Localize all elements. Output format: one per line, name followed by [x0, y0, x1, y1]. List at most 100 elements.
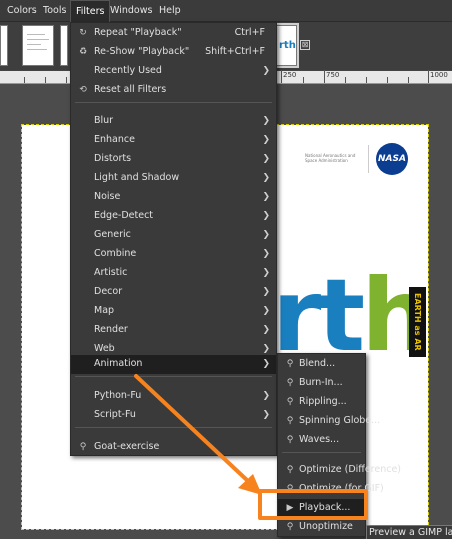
menu-item-label: Enhance: [94, 134, 135, 145]
menu-separator: [75, 376, 272, 377]
plugin-icon: ⚲: [286, 465, 294, 475]
animation-menu-item-burn-in[interactable]: ⚲ Burn-In...: [278, 374, 365, 393]
menu-item-label: Spinning Globe...: [299, 415, 381, 426]
nasa-caption: National Aeronautics and Space Administr…: [305, 153, 356, 163]
menu-item-label: Animation: [94, 358, 143, 369]
menu-item-label: Edge-Detect: [94, 210, 154, 221]
menu-item-label: Noise: [94, 191, 121, 202]
menu-item-label: Distorts: [94, 153, 132, 164]
ruler-label: 250: [283, 71, 297, 79]
chevron-right-icon: ❯: [262, 211, 270, 221]
canvas-side-banner: EARTH as AR: [409, 287, 426, 357]
chevron-right-icon: ❯: [262, 249, 270, 259]
menu-help[interactable]: Help: [154, 0, 186, 22]
chevron-right-icon: ❯: [262, 230, 270, 240]
menu-item-label: Unoptimize: [299, 521, 353, 532]
menu-separator: [282, 452, 361, 453]
menu-windows[interactable]: Windows: [105, 0, 157, 22]
menu-item-label: Rippling...: [299, 396, 347, 407]
menu-separator: [75, 102, 272, 103]
menu-item-label: Light and Shadow: [94, 172, 180, 183]
canvas-big-text: rth: [272, 257, 432, 374]
plugin-icon: ⚲: [286, 378, 294, 388]
image-tab-active[interactable]: rth: [274, 23, 299, 68]
menu-separator: [75, 427, 272, 428]
menu-item-label: Map: [94, 305, 115, 316]
filters-menu-item-render[interactable]: Render ❯: [71, 321, 276, 340]
image-tab-thumbnail[interactable]: [0, 25, 8, 66]
animation-menu-item-blend[interactable]: ⚲ Blend...: [278, 355, 365, 374]
menu-item-label: Render: [94, 324, 128, 335]
menu-item-label: Burn-In...: [299, 377, 343, 388]
menu-item-label: Decor: [94, 286, 123, 297]
animation-menu-item-unoptimize[interactable]: ⚲ Unoptimize: [278, 518, 365, 537]
menu-item-label: Re-Show "Playback": [94, 46, 190, 57]
menu-item-label: Reset all Filters: [94, 84, 167, 95]
annotation-highlight-box: [258, 489, 368, 520]
menu-item-label: Generic: [94, 229, 131, 240]
chevron-right-icon: ❯: [262, 192, 270, 202]
filters-menu: ↻ Repeat "Playback" Ctrl+F ♻ Re-Show "Playba…: [70, 22, 277, 456]
filters-menu-item-animation[interactable]: Animation ❯: [71, 355, 276, 374]
close-tab-icon[interactable]: ⊠: [300, 40, 310, 50]
repeat-icon: ↻: [79, 28, 87, 38]
plugin-icon: ⚲: [286, 359, 294, 369]
chevron-right-icon: ❯: [262, 287, 270, 297]
chevron-right-icon: ❯: [262, 66, 270, 76]
menu-tools[interactable]: Tools: [38, 0, 71, 22]
filters-menu-item-decor[interactable]: Decor ❯: [71, 283, 276, 302]
animation-menu-item-spinning-globe[interactable]: ⚲ Spinning Globe...: [278, 412, 381, 431]
menu-item-label: Blend...: [299, 358, 336, 369]
filters-menu-item-artistic[interactable]: Artistic ❯: [71, 264, 276, 283]
filters-menu-item-re-show-playback[interactable]: ♻ Re-Show "Playback" Shift+Ctrl+F: [71, 43, 276, 62]
ruler-label: 750: [326, 71, 340, 79]
plugin-icon: ⚲: [286, 416, 294, 426]
menu-item-label: Recently Used: [94, 65, 162, 76]
plugin-icon: ⚲: [286, 435, 294, 445]
menu-item-label: Blur: [94, 115, 114, 126]
menu-colors[interactable]: Colors: [2, 0, 42, 22]
plugin-icon: ⚲: [286, 522, 294, 532]
filters-menu-item-repeat-playback[interactable]: ↻ Repeat "Playback" Ctrl+F: [71, 24, 276, 43]
tooltip: Preview a GIMP la: [366, 525, 452, 539]
filters-menu-item-script-fu[interactable]: Script-Fu ❯: [71, 406, 276, 425]
filters-menu-item-map[interactable]: Map ❯: [71, 302, 276, 321]
divider: [368, 145, 369, 173]
filters-menu-item-goat-exercise[interactable]: ⚲ Goat-exercise: [71, 438, 276, 457]
filters-menu-item-edge-detect[interactable]: Edge-Detect ❯: [71, 207, 276, 226]
filters-menu-item-generic[interactable]: Generic ❯: [71, 226, 276, 245]
filters-menu-item-blur[interactable]: Blur ❯: [71, 112, 276, 131]
chevron-right-icon: ❯: [262, 410, 270, 420]
menu-item-label: Artistic: [94, 267, 128, 278]
reset-icon: ⟲: [79, 85, 87, 95]
filters-menu-item-enhance[interactable]: Enhance ❯: [71, 131, 276, 150]
nasa-logo: NASA: [376, 143, 408, 175]
chevron-right-icon: ❯: [262, 359, 270, 369]
filters-menu-item-light-and-shadow[interactable]: Light and Shadow ❯: [71, 169, 276, 188]
chevron-right-icon: ❯: [262, 135, 270, 145]
image-tab-thumbnail[interactable]: [22, 25, 54, 66]
filters-menu-item-python-fu[interactable]: Python-Fu ❯: [71, 387, 276, 406]
menu-item-label: Combine: [94, 248, 137, 259]
menu-item-label: Optimize (Difference): [299, 464, 402, 475]
chevron-right-icon: ❯: [262, 116, 270, 126]
image-tab-thumbnail[interactable]: [60, 25, 68, 66]
menu-item-label: Script-Fu: [94, 409, 136, 420]
filters-menu-item-distorts[interactable]: Distorts ❯: [71, 150, 276, 169]
filters-menu-item-recently-used[interactable]: Recently Used ❯: [71, 62, 276, 81]
animation-menu-item-optimize-difference[interactable]: ⚲ Optimize (Difference): [278, 461, 401, 480]
chevron-right-icon: ❯: [262, 173, 270, 183]
filters-menu-item-combine[interactable]: Combine ❯: [71, 245, 276, 264]
shortcut-label: Ctrl+F: [234, 27, 265, 38]
plugin-icon: ⚲: [79, 442, 87, 452]
menu-item-label: Python-Fu: [94, 390, 142, 401]
chevron-right-icon: ❯: [262, 268, 270, 278]
menu-item-label: Goat-exercise: [94, 441, 160, 452]
menu-item-label: Waves...: [299, 434, 340, 445]
chevron-right-icon: ❯: [262, 325, 270, 335]
filters-menu-item-reset-all-filters[interactable]: ⟲ Reset all Filters: [71, 81, 276, 100]
animation-menu-item-waves[interactable]: ⚲ Waves...: [278, 431, 365, 450]
animation-menu-item-rippling[interactable]: ⚲ Rippling...: [278, 393, 365, 412]
filters-menu-item-noise[interactable]: Noise ❯: [71, 188, 276, 207]
chevron-right-icon: ❯: [262, 154, 270, 164]
